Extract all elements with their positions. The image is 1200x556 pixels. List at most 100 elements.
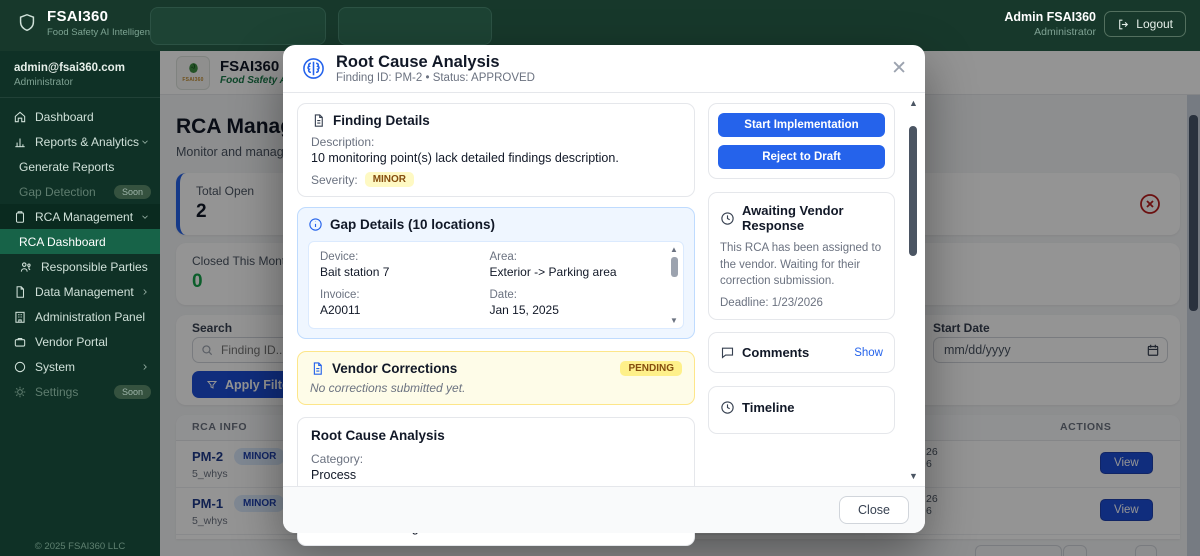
category-label: Category: xyxy=(311,452,364,466)
chart-icon xyxy=(13,135,27,149)
modal-subtitle: Finding ID: PM-2 • Status: APPROVED xyxy=(336,72,535,85)
chevron-down-icon xyxy=(140,212,150,222)
sidebar-user-role: Administrator xyxy=(14,77,73,88)
gap-details-title: Gap Details (10 locations) xyxy=(330,217,496,232)
severity-label: Severity: xyxy=(311,172,358,187)
scroll-down-icon[interactable]: ▼ xyxy=(909,471,918,481)
sidebar-item-administration-panel[interactable]: Administration Panel xyxy=(0,304,160,329)
home-icon xyxy=(13,110,27,124)
users-key-icon xyxy=(19,260,33,274)
brain-icon xyxy=(301,56,326,81)
start-implementation-button[interactable]: Start Implementation xyxy=(718,113,885,137)
gap-scrollbar-thumb[interactable] xyxy=(670,257,678,277)
modal-footer: Close xyxy=(283,486,925,533)
sidebar-footer: © 2025 FSAI360 LLC xyxy=(34,541,126,552)
severity-badge: MINOR xyxy=(364,172,415,187)
gap-details-card: Gap Details (10 locations) Device: Bait … xyxy=(297,207,695,339)
gap-locations-list[interactable]: Device: Bait station 7 Area: Exterior ->… xyxy=(308,241,684,329)
document-icon xyxy=(13,285,27,299)
rca-title: Root Cause Analysis xyxy=(311,428,445,443)
category-value: Process xyxy=(311,468,357,482)
comments-show-link[interactable]: Show xyxy=(854,347,883,359)
gap-field-invoice: Invoice: A20011 xyxy=(320,289,361,317)
document-icon xyxy=(311,113,326,128)
awaiting-body: This RCA has been assigned to the vendor… xyxy=(720,242,882,288)
gap-list-scrollbar[interactable]: ▲ ▼ xyxy=(668,245,680,325)
sidebar-item-generate-reports[interactable]: Generate Reports xyxy=(0,154,160,179)
chevron-down-icon xyxy=(140,137,150,147)
topbar-user: Admin FSAI360 Administrator xyxy=(1004,10,1096,38)
shield-icon xyxy=(16,11,38,35)
scroll-down-icon[interactable]: ▼ xyxy=(670,316,678,325)
sidebar-user: admin@fsai360.com Administrator xyxy=(0,51,160,98)
modal-title: Root Cause Analysis xyxy=(336,52,500,71)
gap-field-area: Area: Exterior -> Parking area xyxy=(489,251,617,279)
reject-to-draft-button[interactable]: Reject to Draft xyxy=(718,145,885,169)
vendor-corrections-card: Vendor Corrections PENDING No correction… xyxy=(297,351,695,405)
brand-name: FSAI360 xyxy=(47,8,109,25)
rca-modal: Root Cause Analysis Finding ID: PM-2 • S… xyxy=(283,45,925,546)
modal-header: Root Cause Analysis Finding ID: PM-2 • S… xyxy=(283,45,925,93)
sidebar: admin@fsai360.com Administrator Dashboar… xyxy=(0,51,160,556)
finding-details-card: Finding Details Description: 10 monitori… xyxy=(297,103,695,197)
sidebar-item-gap-detection: Gap Detection Soon xyxy=(0,179,160,204)
sidebar-item-responsible-parties[interactable]: Responsible Parties xyxy=(0,254,160,279)
sidebar-item-rca-management[interactable]: RCA Management xyxy=(0,204,160,229)
gap-field-date: Date: Jan 15, 2025 xyxy=(489,289,559,317)
awaiting-vendor-card: Awaiting Vendor Response This RCA has be… xyxy=(708,192,895,321)
sidebar-nav: Dashboard Reports & Analytics Generate R… xyxy=(0,104,160,404)
header-placeholder-2 xyxy=(338,7,492,45)
gear-icon xyxy=(13,385,27,399)
gap-field-device: Device: Bait station 7 xyxy=(320,251,390,279)
brand-tagline: Food Safety AI Intelligence xyxy=(47,27,161,38)
pending-badge: PENDING xyxy=(620,361,682,376)
scroll-up-icon[interactable]: ▲ xyxy=(670,245,678,254)
sidebar-item-system[interactable]: System xyxy=(0,354,160,379)
logout-label: Logout xyxy=(1136,17,1173,31)
clipboard-icon xyxy=(13,210,27,224)
top-bar: FSAI360 Food Safety AI Intelligence Admi… xyxy=(0,0,1200,51)
brand: FSAI360 Food Safety AI Intelligence xyxy=(16,8,160,38)
soon-badge: Soon xyxy=(113,184,151,199)
description-value: 10 monitoring point(s) lack detailed fin… xyxy=(311,151,619,165)
timeline-card: Timeline xyxy=(708,386,895,435)
modal-scrollbar[interactable]: ▲ ▼ xyxy=(907,98,920,481)
clock-icon xyxy=(720,400,735,415)
awaiting-title: Awaiting Vendor Response xyxy=(742,203,844,233)
sidebar-item-data-management[interactable]: Data Management xyxy=(0,279,160,304)
vendor-corrections-empty: No corrections submitted yet. xyxy=(310,381,466,395)
briefcase-icon xyxy=(13,335,27,349)
sidebar-item-dashboard[interactable]: Dashboard xyxy=(0,104,160,129)
comments-title: Comments xyxy=(742,345,810,361)
close-button[interactable]: Close xyxy=(839,496,909,524)
header-placeholder-1 xyxy=(150,7,326,45)
vendor-corrections-title: Vendor Corrections xyxy=(332,361,458,376)
sidebar-item-reports-analytics[interactable]: Reports & Analytics xyxy=(0,129,160,154)
timeline-title: Timeline xyxy=(742,400,795,416)
topbar-user-role: Administrator xyxy=(1034,26,1096,38)
logout-button[interactable]: Logout xyxy=(1104,11,1186,37)
modal-actions-card: Start Implementation Reject to Draft xyxy=(708,103,895,179)
modal-body: Finding Details Description: 10 monitori… xyxy=(297,103,895,546)
soon-badge: Soon xyxy=(113,384,151,399)
sidebar-item-settings: Settings Soon xyxy=(0,379,160,404)
sidebar-user-email: admin@fsai360.com xyxy=(14,62,125,74)
close-icon[interactable]: ✕ xyxy=(891,59,907,78)
modal-scrollbar-thumb[interactable] xyxy=(909,126,917,256)
scroll-up-icon[interactable]: ▲ xyxy=(909,98,918,108)
document-icon xyxy=(310,361,325,376)
clock-icon xyxy=(720,211,735,226)
system-icon xyxy=(13,360,27,374)
info-circle-icon xyxy=(308,217,323,232)
sidebar-item-vendor-portal[interactable]: Vendor Portal xyxy=(0,329,160,354)
comments-card: Comments Show xyxy=(708,332,895,374)
building-icon xyxy=(13,310,27,324)
comment-icon xyxy=(720,345,735,360)
logout-icon xyxy=(1117,18,1130,31)
description-label: Description: xyxy=(311,135,375,149)
sidebar-item-rca-dashboard[interactable]: RCA Dashboard xyxy=(0,229,160,254)
topbar-user-name: Admin FSAI360 xyxy=(1004,10,1096,24)
awaiting-deadline: Deadline: 1/23/2026 xyxy=(720,297,823,310)
chevron-right-icon xyxy=(140,362,150,372)
finding-details-title: Finding Details xyxy=(333,113,430,128)
